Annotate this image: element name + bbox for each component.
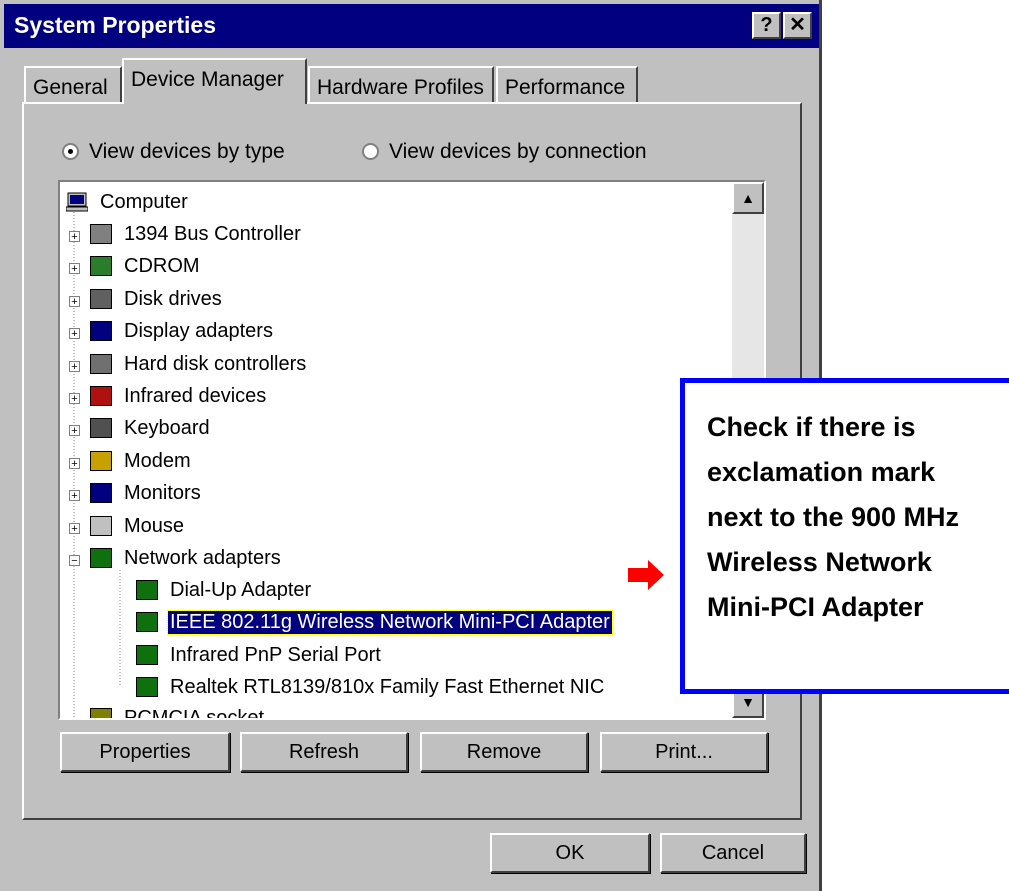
expand-icon[interactable]: + xyxy=(69,490,80,502)
ok-button[interactable]: OK xyxy=(490,833,650,873)
expand-icon[interactable]: + xyxy=(69,425,80,437)
radio-unselected-icon xyxy=(362,143,379,160)
mouse-icon xyxy=(90,515,112,536)
monitor-icon xyxy=(90,483,112,504)
network-adapter-icon xyxy=(136,644,158,665)
hdd-controller-icon xyxy=(90,353,112,374)
tab-device-manager[interactable]: Device Manager xyxy=(122,58,307,104)
network-adapter-icon xyxy=(90,548,112,568)
device-tree[interactable]: Computer +1394 Bus Controller + CDROM + Disk… xyxy=(58,180,766,720)
refresh-button[interactable]: Refresh xyxy=(240,732,408,772)
display-adapter-icon xyxy=(90,321,112,342)
remove-button[interactable]: Remove xyxy=(420,732,588,772)
properties-button[interactable]: Properties xyxy=(60,732,230,772)
network-adapter-icon xyxy=(136,677,158,698)
pcmcia-icon xyxy=(90,708,112,718)
radio-view-by-connection[interactable]: View devices by connection xyxy=(362,140,647,164)
callout-text: Check if there is exclamation mark next … xyxy=(707,412,960,622)
keyboard-icon xyxy=(90,418,112,439)
expand-icon[interactable]: + xyxy=(69,231,80,243)
network-adapter-icon xyxy=(136,612,158,633)
window-title: System Properties xyxy=(14,12,216,38)
expand-icon[interactable]: + xyxy=(69,522,80,534)
collapse-icon[interactable]: − xyxy=(69,555,80,567)
computer-icon xyxy=(66,192,88,212)
expand-icon[interactable]: + xyxy=(69,328,80,340)
expand-icon[interactable]: + xyxy=(69,393,80,405)
cancel-button[interactable]: Cancel xyxy=(660,833,806,873)
modem-icon xyxy=(90,450,112,471)
expand-icon[interactable]: + xyxy=(69,295,80,307)
radio-view-by-type[interactable]: View devices by type xyxy=(62,140,285,164)
tab-general[interactable]: General xyxy=(24,66,122,103)
bus-controller-icon xyxy=(90,224,112,244)
scroll-up-arrow-icon[interactable]: ▲ xyxy=(732,182,764,214)
title-bar[interactable]: System Properties ? ✕ xyxy=(4,4,819,48)
cdrom-icon xyxy=(90,256,112,277)
radio-selected-icon xyxy=(62,143,79,160)
expand-icon[interactable]: + xyxy=(69,263,80,275)
expand-icon[interactable]: + xyxy=(69,360,80,372)
red-arrow-icon xyxy=(628,560,664,590)
help-button[interactable]: ? xyxy=(752,12,781,39)
expand-icon[interactable]: + xyxy=(69,457,80,469)
tab-performance[interactable]: Performance xyxy=(496,66,638,103)
disk-drive-icon xyxy=(90,288,112,309)
print-button[interactable]: Print... xyxy=(600,732,768,772)
annotation-callout: Check if there is exclamation mark next … xyxy=(680,378,1009,694)
close-button[interactable]: ✕ xyxy=(783,12,812,39)
tab-hardware-profiles[interactable]: Hardware Profiles xyxy=(308,66,494,103)
network-adapter-icon xyxy=(136,580,158,600)
infrared-icon xyxy=(90,386,112,406)
